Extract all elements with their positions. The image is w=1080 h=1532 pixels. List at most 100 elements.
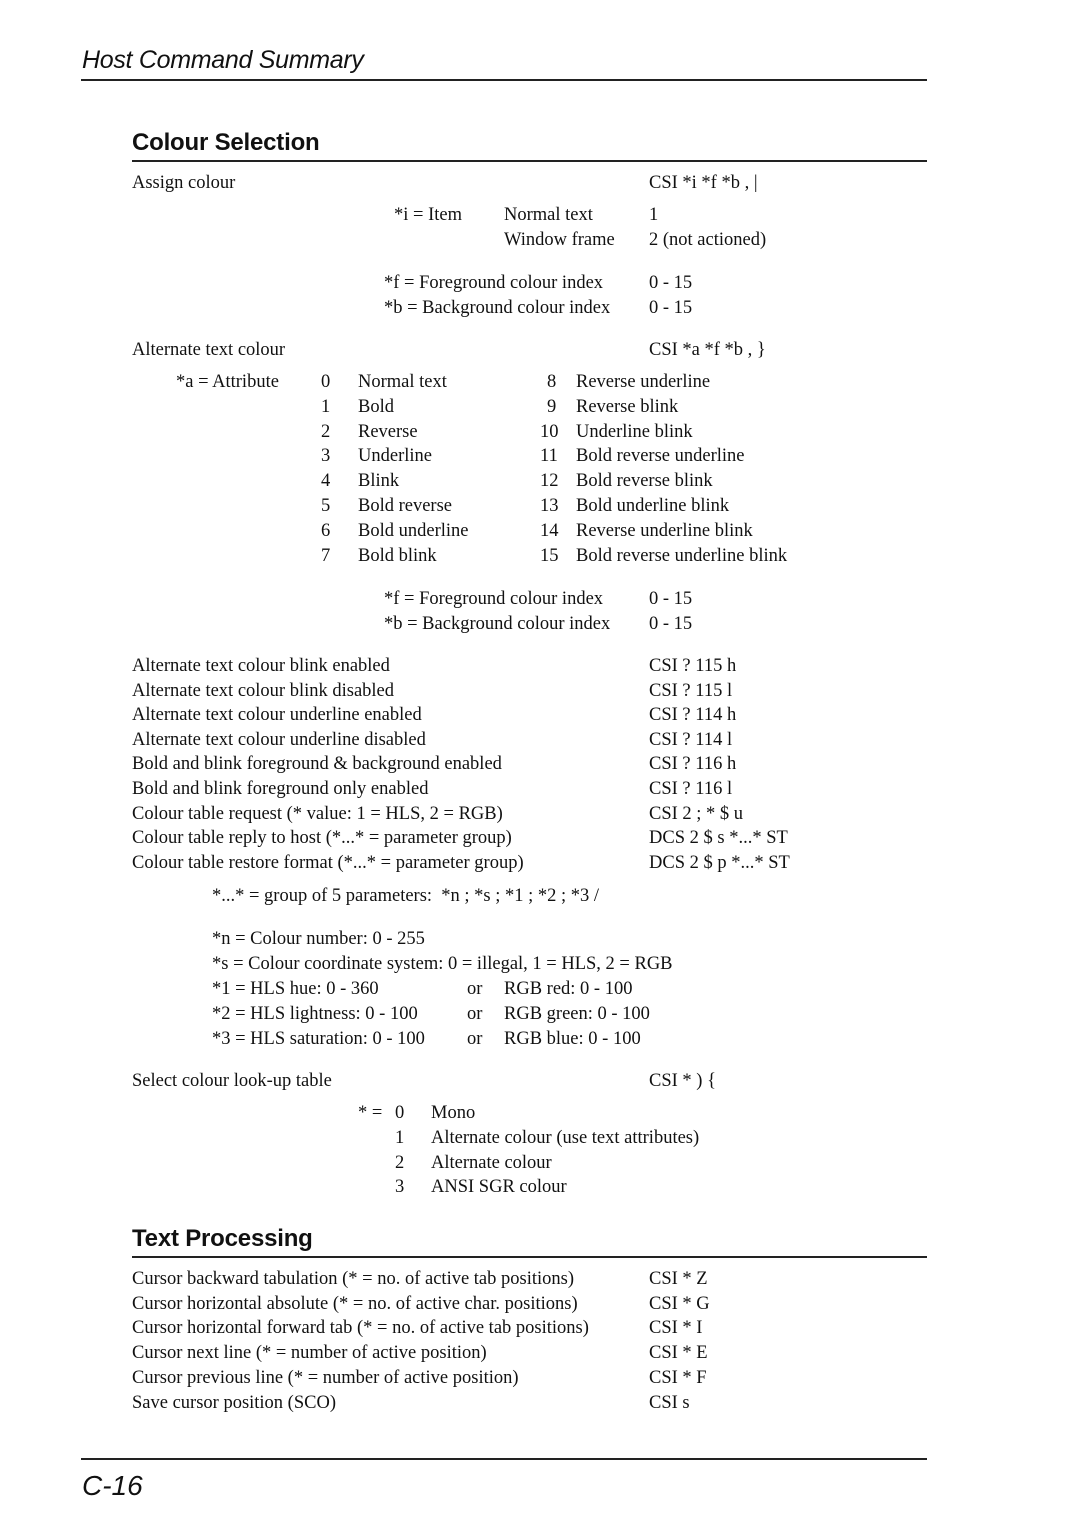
param-range: 0 - 15 [649,614,693,634]
command-label: Alternate text colour [132,340,286,360]
command-description: Alternate text colour underline disabled [132,729,426,750]
command-sequence: CSI * F [649,1367,707,1388]
attribute-name: Bold underline blink [576,496,730,516]
attribute-number: 12 [540,471,559,492]
attribute-name: Underline [358,446,432,467]
item-value: 2 (not actioned) [649,230,767,250]
command-sequence: CSI 2 ; * $ u [649,803,744,824]
command-description: Colour table request (* value: 1 = HLS, … [132,803,503,824]
attribute-number: 2 [321,421,331,442]
item-value: 1 [649,205,659,225]
command-description: Colour table restore format (*...* = par… [132,852,524,873]
command-description: Cursor backward tabulation (* = no. of a… [132,1269,574,1289]
lookup-option-number: 3 [395,1177,405,1198]
attribute-name: Bold reverse underline blink [576,545,788,566]
attribute-number: 10 [540,421,559,442]
param-label: *f = Foreground colour index [384,589,604,609]
attribute-name: Bold underline [358,520,469,541]
attribute-name: Bold reverse [358,496,453,516]
command-sequence: CSI ? 114 l [649,729,733,750]
command-description: Alternate text colour underline enabled [132,705,422,726]
command-description: Bold and blink foreground only enabled [132,779,429,799]
lookup-option-name: Alternate colour [431,1152,552,1173]
command-sequence: CSI * E [649,1343,708,1364]
attribute-number: 11 [540,446,558,467]
page-number: C-16 [82,1470,143,1501]
item-name: Window frame [504,230,615,250]
rgb-param: RGB green: 0 - 100 [504,1003,650,1024]
param-s: *s = Colour coordinate system: 0 = illeg… [212,954,673,974]
attribute-name: Bold [358,396,394,417]
attribute-number: 14 [540,520,559,541]
command-sequence: CSI * G [649,1293,710,1314]
header-rule [81,79,927,81]
attribute-number: 3 [321,446,331,467]
command-description: Cursor horizontal absolute (* = no. of a… [132,1293,578,1314]
or-separator: or [467,1003,483,1024]
command-description: Save cursor position (SCO) [132,1392,336,1413]
attribute-name: Reverse underline [576,372,711,392]
command-sequence: DCS 2 $ p *...* ST [649,852,790,873]
attribute-name: Underline blink [576,421,693,442]
attribute-name: Reverse blink [576,396,679,417]
footer-rule [81,1458,927,1460]
command-sequence: CSI * ) { [649,1071,716,1091]
lookup-option-name: Alternate colour (use text attributes) [431,1127,700,1148]
section-heading-text-processing: Text Processing [132,1225,313,1252]
command-sequence: CSI *i *f *b , | [649,173,758,193]
attribute-name: Bold blink [358,545,437,566]
attribute-number: 9 [547,396,557,417]
command-description: Cursor horizontal forward tab (* = no. o… [132,1318,589,1339]
command-description: Bold and blink foreground & background e… [132,754,502,775]
command-sequence: CSI *a *f *b , } [649,340,766,360]
or-separator: or [467,1028,483,1049]
command-sequence: CSI * Z [649,1269,708,1289]
command-sequence: CSI ? 114 h [649,705,737,726]
command-label: Select colour look-up table [132,1071,332,1091]
command-sequence: CSI ? 115 l [649,680,733,701]
command-description: Alternate text colour blink enabled [132,656,390,676]
attribute-number: 13 [540,496,559,516]
param-label: * = [358,1103,383,1123]
lookup-option-name: ANSI SGR colour [431,1177,567,1198]
or-separator: or [467,979,483,999]
rgb-param: RGB blue: 0 - 100 [504,1028,641,1049]
lookup-option-name: Mono [431,1103,476,1123]
param-label: *i = Item [394,205,462,225]
param-range: 0 - 15 [649,589,693,609]
attribute-number: 1 [321,396,331,417]
running-header: Host Command Summary [82,46,364,74]
param-label: *a = Attribute [176,372,279,392]
param-range: 0 - 15 [649,273,693,293]
attribute-name: Normal text [358,372,447,392]
param-label: *b = Background colour index [384,298,611,318]
param-group-intro: *...* = group of 5 parameters: *n ; *s ;… [212,886,600,906]
command-sequence: CSI ? 115 h [649,656,737,676]
command-label: Assign colour [132,173,236,193]
attribute-name: Reverse underline blink [576,520,753,541]
attribute-number: 15 [540,545,559,566]
lookup-option-number: 2 [395,1152,405,1173]
section-rule-colour-selection [132,160,927,162]
command-description: Cursor next line (* = number of active p… [132,1343,487,1364]
command-sequence: CSI ? 116 l [649,779,733,799]
param-label: *b = Background colour index [384,614,611,634]
command-sequence: CSI ? 116 h [649,754,737,775]
hls-param: *2 = HLS lightness: 0 - 100 [212,1003,418,1024]
hls-param: *1 = HLS hue: 0 - 360 [212,979,379,999]
command-sequence: CSI s [649,1392,690,1413]
attribute-name: Reverse [358,421,418,442]
lookup-option-number: 1 [395,1127,405,1148]
command-sequence: CSI * I [649,1318,703,1339]
attribute-number: 0 [321,372,331,392]
attribute-number: 5 [321,496,331,516]
rgb-param: RGB red: 0 - 100 [504,979,633,999]
attribute-number: 4 [321,471,331,492]
command-description: Alternate text colour blink disabled [132,680,395,701]
attribute-number: 8 [547,372,557,392]
attribute-name: Bold reverse underline [576,446,745,467]
attribute-number: 7 [321,545,331,566]
command-description: Colour table reply to host (*...* = para… [132,828,512,849]
command-description: Cursor previous line (* = number of acti… [132,1367,519,1388]
section-heading-colour-selection: Colour Selection [132,129,320,156]
